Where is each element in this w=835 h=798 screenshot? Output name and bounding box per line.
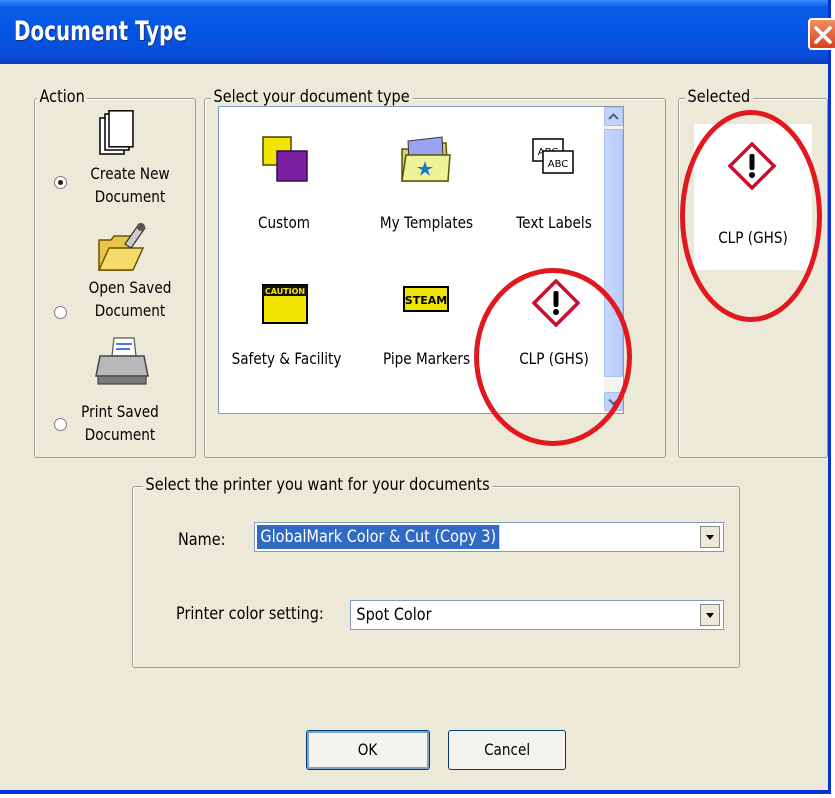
printer-icon [95, 337, 149, 385]
action-create-new-label: Create New Document [90, 164, 170, 206]
close-button[interactable] [808, 18, 835, 50]
printer-name-dropdown-button[interactable] [700, 526, 720, 548]
document-type-dialog: Document Type Action Create New Document [0, 0, 835, 794]
doc-type-custom[interactable]: Custom [219, 107, 349, 247]
new-document-icon [99, 110, 134, 155]
printer-group: Select the printer you want for your doc… [132, 475, 740, 668]
printer-color-label: Printer color setting: [176, 604, 324, 624]
title-bar[interactable]: Document Type [0, 0, 835, 64]
pipe-marker-icon: STEAM [403, 286, 449, 312]
action-legend: Action [37, 87, 88, 107]
svg-text:CAUTION: CAUTION [265, 287, 305, 296]
action-open-saved[interactable]: Open Saved Document [50, 220, 190, 340]
radio-create-new[interactable] [54, 176, 67, 189]
document-type-legend: Select your document type [211, 87, 413, 107]
dialog-title: Document Type [14, 16, 187, 47]
chevron-up-icon [608, 113, 619, 120]
printer-color-select[interactable]: Spot Color [350, 600, 724, 630]
templates-folder-icon [401, 136, 451, 182]
printer-name-select[interactable]: GlobalMark Color & Cut (Copy 3) [254, 522, 724, 552]
close-icon [814, 26, 832, 44]
printer-name-value: GlobalMark Color & Cut (Copy 3) [257, 525, 500, 549]
doc-type-safety-facility-label: Safety & Facility [231, 349, 342, 368]
action-create-new[interactable]: Create New Document [50, 110, 190, 220]
custom-icon [262, 136, 308, 182]
printer-color-value: Spot Color [356, 605, 432, 625]
doc-type-my-templates[interactable]: My Templates [354, 107, 499, 247]
svg-text:ABC: ABC [548, 159, 569, 170]
doc-type-text-labels[interactable]: ABC ABC Text Labels [499, 107, 609, 247]
caution-sign-icon: CAUTION [262, 284, 308, 324]
doc-type-safety-facility[interactable]: CAUTION Safety & Facility [219, 257, 354, 407]
scroll-up-button[interactable] [604, 107, 623, 126]
highlight-circle-selected [680, 110, 822, 322]
svg-text:STEAM: STEAM [405, 294, 447, 307]
doc-type-text-labels-label: Text Labels [516, 213, 592, 232]
highlight-circle-doc-type [474, 268, 632, 446]
radio-print-saved[interactable] [54, 418, 67, 431]
open-folder-icon [97, 223, 146, 271]
cancel-button[interactable]: Cancel [448, 730, 566, 770]
action-print-saved-label: Print Saved Document [81, 402, 159, 444]
doc-type-pipe-markers-label: Pipe Markers [382, 349, 471, 368]
action-print-saved[interactable]: Print Saved Document [50, 336, 190, 448]
printer-color-dropdown-button[interactable] [700, 604, 720, 626]
ok-button[interactable]: OK [306, 730, 430, 770]
selected-legend: Selected [685, 87, 753, 107]
text-labels-icon: ABC ABC [532, 138, 574, 174]
printer-name-label: Name: [178, 530, 226, 550]
doc-type-my-templates-label: My Templates [379, 213, 474, 232]
radio-open-saved[interactable] [54, 306, 67, 319]
doc-type-custom-label: Custom [257, 213, 311, 232]
printer-legend: Select the printer you want for your doc… [143, 475, 493, 495]
action-open-saved-label: Open Saved Document [88, 278, 172, 320]
